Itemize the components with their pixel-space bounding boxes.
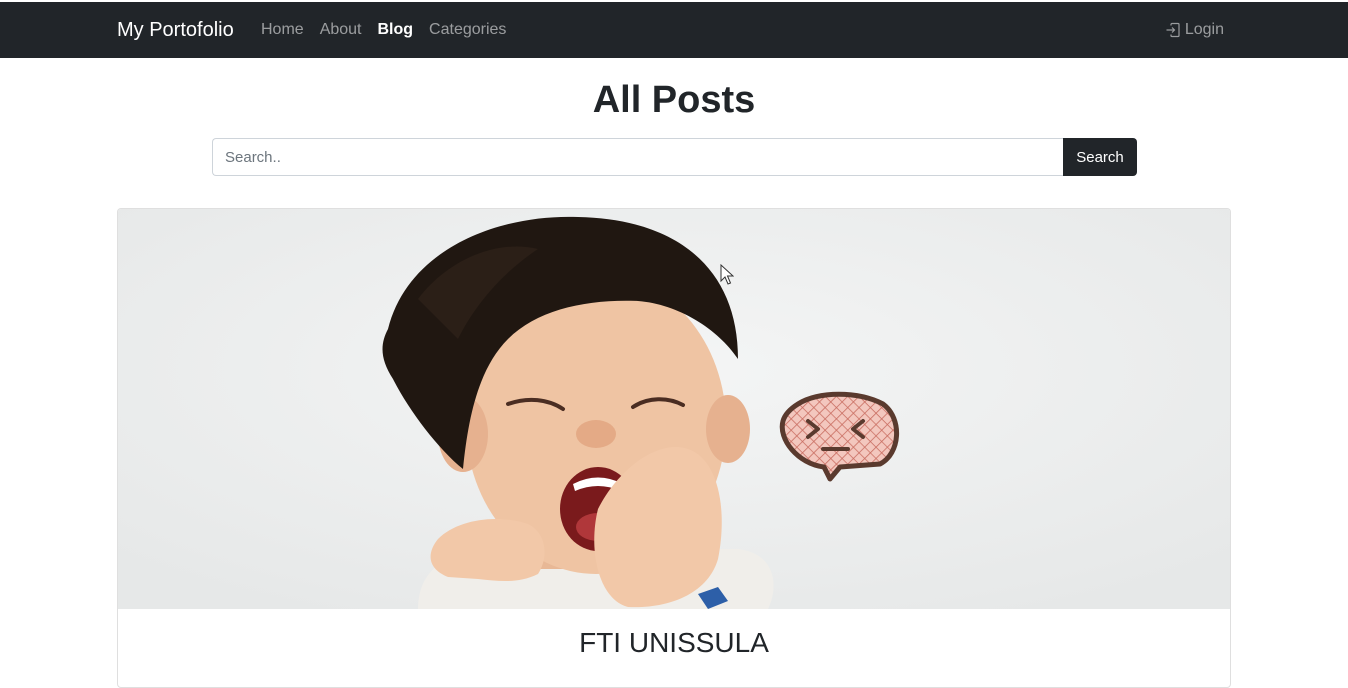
nav-links: Home About Blog Categories (261, 2, 506, 58)
nav-link-about[interactable]: About (320, 2, 362, 58)
search-button[interactable]: Search (1063, 138, 1137, 176)
search-form: Search (212, 138, 1137, 176)
login-icon (1165, 22, 1181, 38)
mouse-cursor-icon (720, 264, 734, 285)
post-image[interactable] (118, 209, 1230, 609)
nav-link-blog[interactable]: Blog (378, 2, 414, 58)
login-label: Login (1184, 21, 1224, 38)
nav-link-categories[interactable]: Categories (429, 2, 506, 58)
brand-link[interactable]: My Portofolio (117, 2, 234, 58)
nav-link-home[interactable]: Home (261, 2, 304, 58)
post-title[interactable]: FTI UNISSULA (118, 623, 1230, 663)
post-card[interactable]: FTI UNISSULA (117, 208, 1231, 688)
page-title: All Posts (592, 79, 756, 121)
login-link[interactable]: Login (1165, 2, 1224, 58)
search-input[interactable] (212, 138, 1063, 176)
navbar: My Portofolio Home About Blog Categories… (0, 2, 1348, 58)
